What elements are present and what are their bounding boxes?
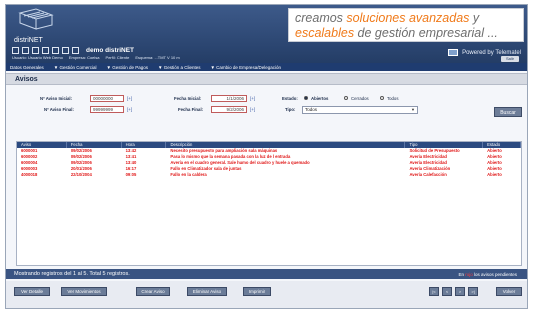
cell-aviso: 4000018 xyxy=(21,172,38,177)
estado-todos-label: Todos xyxy=(387,96,399,101)
last-page-button[interactable]: >| xyxy=(468,287,478,296)
print-icon[interactable] xyxy=(22,46,29,54)
aviso-final-label: Nº Aviso Final: xyxy=(44,107,74,112)
search-icon[interactable] xyxy=(72,46,79,54)
main-menu: Datos Generales ▼ Gestión Comercial ▼ Ge… xyxy=(6,63,527,71)
cell-estado: Abierto xyxy=(487,172,502,177)
back-button[interactable]: Volver xyxy=(496,287,522,296)
estado-todos-radio[interactable] xyxy=(380,96,384,100)
table-row[interactable]: 4000018 22/10/2004 09:05 Fallo en la cal… xyxy=(17,172,521,178)
crear-aviso-button[interactable]: Crear Aviso xyxy=(136,287,170,296)
tagline-line-1: creamos soluciones avanzadas y xyxy=(295,11,480,25)
session-company: Empresa: Coelsa xyxy=(68,55,100,60)
fecha-final-input[interactable]: 9/2/2006 xyxy=(211,106,247,113)
tipo-label: Tipo: xyxy=(285,107,296,112)
app-window: distriNET creamos soluciones avanzadas y… xyxy=(5,4,528,309)
logo-text: distriNET xyxy=(14,37,43,44)
document-icon[interactable] xyxy=(32,46,39,54)
cell-tipo: Avería Calefacción xyxy=(409,172,447,177)
menu-gestion-clientes[interactable]: ▼ Gestión a Clientes xyxy=(158,65,200,70)
toolbar-icons: demo distriNET xyxy=(12,46,134,54)
aviso-final-lookup-button[interactable]: [+] xyxy=(127,107,132,112)
calendar-icon[interactable] xyxy=(52,46,59,54)
menu-gestion-pagos[interactable]: ▼ Gestión de Pagos xyxy=(107,65,148,70)
app-header: distriNET creamos soluciones avanzadas y… xyxy=(6,5,527,63)
menu-cambio-empresa[interactable]: ▼ Cambio de Empresa/Delegación xyxy=(210,65,281,70)
avisos-table: Aviso Fecha Hora Descripción Tipo Estado… xyxy=(16,141,522,266)
tagline-banner: creamos soluciones avanzadas y escalable… xyxy=(288,8,524,42)
session-user: Usuario: Usuario Web Demo xyxy=(12,55,63,60)
tagline-line-2: escalables de gestión empresarial ... xyxy=(295,26,498,40)
cell-descripcion: Fallo en la caldera xyxy=(170,172,207,177)
next-page-button[interactable]: > xyxy=(455,287,465,296)
estado-cerrados-label: Cerrados xyxy=(351,96,369,101)
telematel-logo-icon xyxy=(448,49,459,56)
help-icon[interactable] xyxy=(42,46,49,54)
chevron-down-icon: ▼ xyxy=(411,107,415,112)
fecha-inicial-calendar-button[interactable]: [+] xyxy=(250,96,255,101)
page-title: Avisos xyxy=(15,76,38,83)
aviso-inicial-lookup-button[interactable]: [+] xyxy=(127,96,132,101)
aviso-final-input[interactable]: 99999999 xyxy=(90,106,124,113)
action-bar: Ver Detalle Ver Movimientos Crear Aviso … xyxy=(6,281,527,308)
session-schema: Esquema: ...TMT V 10 m xyxy=(135,55,180,60)
powered-by: Powered by Telematel xyxy=(448,49,521,56)
cell-fecha: 22/10/2004 xyxy=(70,172,92,177)
first-page-button[interactable]: |< xyxy=(429,287,439,296)
fecha-final-calendar-button[interactable]: [+] xyxy=(250,107,255,112)
section-header: Avisos xyxy=(6,73,527,85)
estado-abiertos-label: Abiertos xyxy=(311,96,329,101)
fecha-inicial-input[interactable]: 1/1/2006 xyxy=(211,95,247,102)
eliminar-aviso-button[interactable]: Eliminar Aviso xyxy=(187,287,227,296)
home-icon[interactable] xyxy=(12,46,19,54)
estado-label: Estado: xyxy=(282,96,298,101)
user-icon[interactable] xyxy=(62,46,69,54)
distrinet-logo xyxy=(14,7,62,37)
aviso-inicial-label: Nº Aviso Inicial: xyxy=(40,96,73,101)
ver-movimientos-button[interactable]: Ver Movimientos xyxy=(61,287,107,296)
tipo-select[interactable]: Todos ▼ xyxy=(302,106,418,114)
logout-button[interactable]: Salir xyxy=(501,56,519,62)
session-info: Usuario: Usuario Web Demo Empresa: Coels… xyxy=(12,55,180,60)
previous-page-button[interactable]: < xyxy=(442,287,452,296)
session-profile: Perfil: Cliente xyxy=(105,55,130,60)
fecha-final-label: Fecha Final: xyxy=(178,107,204,112)
records-count: Mostrando registros del 1 al 5. Total 5 … xyxy=(14,271,130,277)
status-bar: Mostrando registros del 1 al 5. Total 5 … xyxy=(6,269,527,279)
fecha-inicial-label: Fecha Inicial: xyxy=(174,96,202,101)
imprimir-button[interactable]: Imprimir xyxy=(243,287,271,296)
pending-legend: En rojo los avisos pendientes xyxy=(458,272,517,277)
menu-gestion-comercial[interactable]: ▼ Gestión Comercial xyxy=(54,65,97,70)
filter-panel: Nº Aviso Inicial: 00000000 [+] Nº Aviso … xyxy=(6,89,527,139)
aviso-inicial-input[interactable]: 00000000 xyxy=(90,95,124,102)
menu-datos-generales[interactable]: Datos Generales xyxy=(10,65,44,70)
demo-label: demo distriNET xyxy=(86,46,135,54)
estado-abiertos-radio[interactable] xyxy=(304,96,308,100)
cell-hora: 09:05 xyxy=(125,172,137,177)
search-button[interactable]: Buscar xyxy=(494,107,522,117)
ver-detalle-button[interactable]: Ver Detalle xyxy=(14,287,50,296)
estado-cerrados-radio[interactable] xyxy=(344,96,348,100)
